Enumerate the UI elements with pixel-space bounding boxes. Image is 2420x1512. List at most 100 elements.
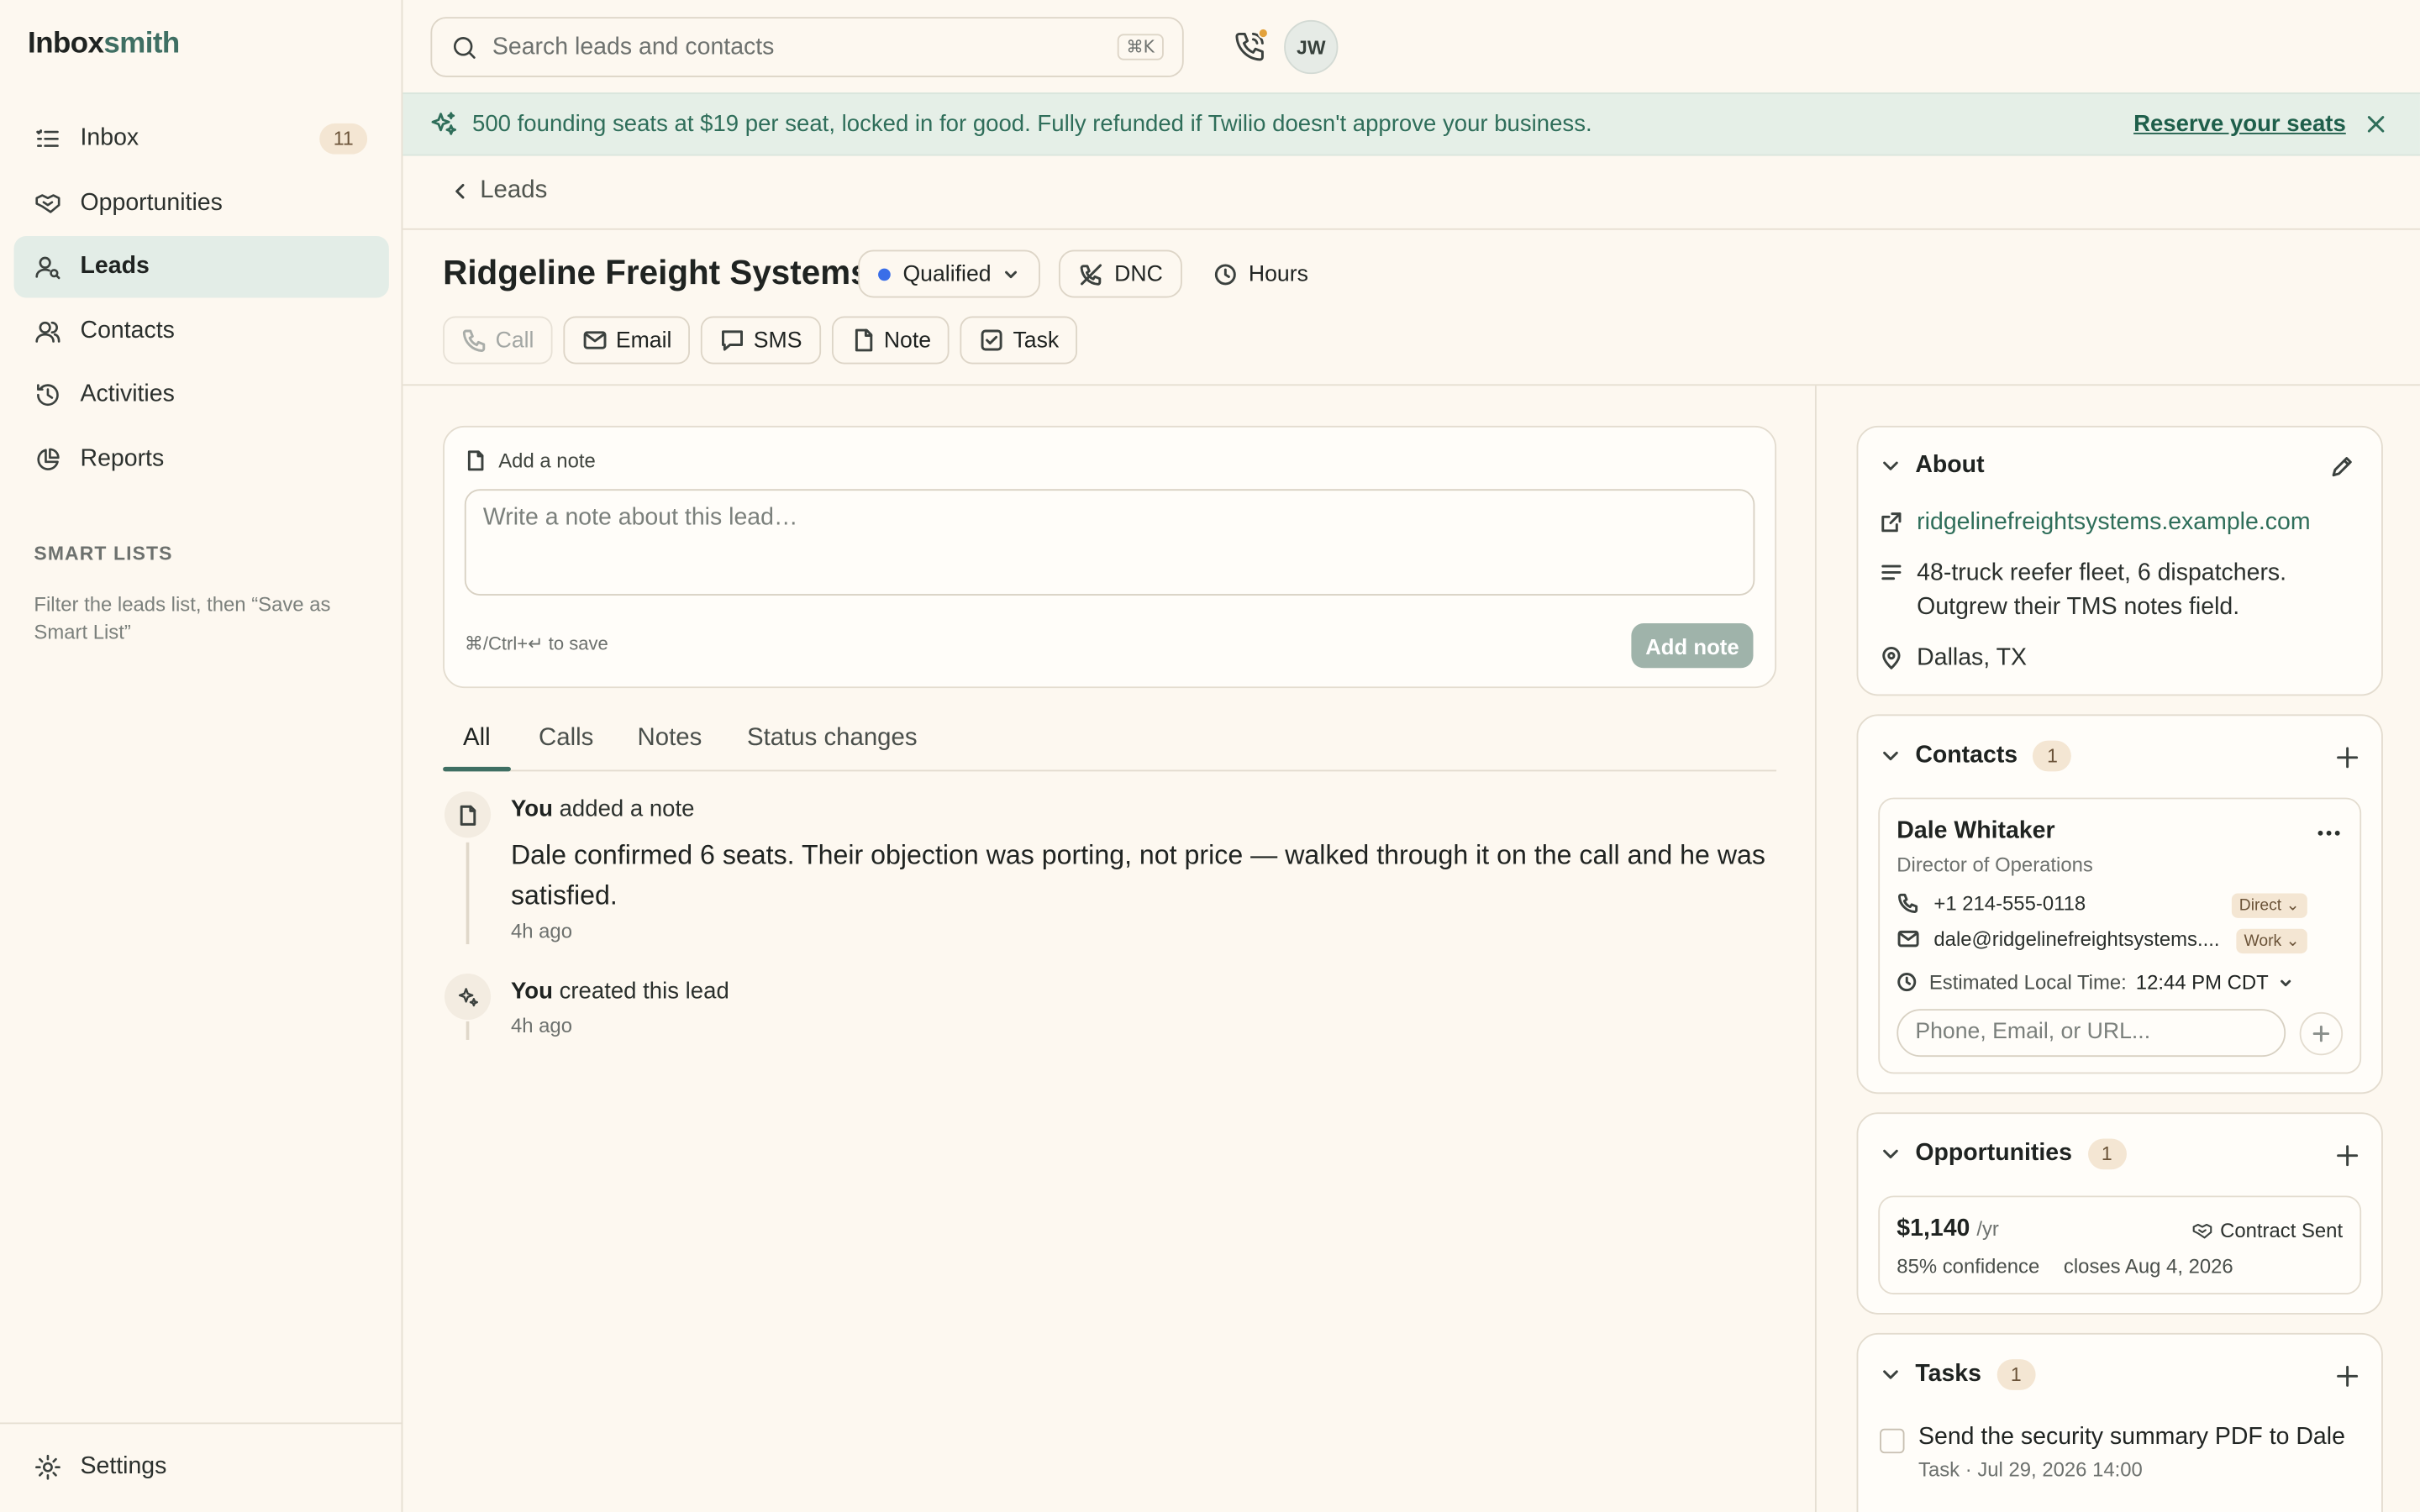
local-time-value: 12:44 PM CDT	[2135, 970, 2269, 994]
activity-tabs: All Calls Notes Status changes	[443, 710, 1777, 772]
task-title[interactable]: Send the security summary PDF to Dale	[1918, 1424, 2345, 1452]
note-button[interactable]: Note	[831, 316, 950, 365]
chevron-left-icon	[455, 183, 465, 199]
page-title: Ridgeline Freight Systems	[443, 253, 870, 292]
opportunity-card[interactable]: $1,140 /yr Contract Sent 85% confidence …	[1878, 1195, 2362, 1294]
call-button[interactable]: Call	[443, 316, 553, 365]
tasks-card-header[interactable]: Tasks 1	[1880, 1359, 2036, 1390]
timeline-timestamp: 4h ago	[510, 1013, 572, 1037]
contacts-card: Contacts 1 Dale Whitaker Director of Ope…	[1856, 714, 2383, 1095]
plus-icon[interactable]	[2335, 745, 2360, 769]
task-button[interactable]: Task	[960, 316, 1078, 365]
tasks-title: Tasks	[1915, 1360, 1981, 1388]
contact-method-input[interactable]: Phone, Email, or URL...	[1897, 1009, 2286, 1058]
note-label: Note	[883, 328, 932, 353]
sidebar-item-activities[interactable]: Activities	[14, 364, 389, 425]
banner-text: 500 founding seats at $19 per seat, lock…	[472, 111, 1592, 138]
local-time-label: Estimated Local Time:	[1928, 970, 2127, 994]
plus-icon[interactable]	[2335, 1364, 2360, 1389]
timeline-action: added a note	[559, 795, 695, 822]
tab-all[interactable]: All	[463, 725, 491, 753]
reserve-seats-link[interactable]: Reserve your seats	[2133, 111, 2346, 137]
close-icon[interactable]	[2365, 113, 2388, 136]
amount-value: $1,140	[1897, 1215, 1970, 1242]
tab-status-changes[interactable]: Status changes	[747, 725, 918, 753]
amount-period: /yr	[1976, 1217, 1999, 1241]
external-link-icon	[1881, 512, 1902, 533]
contact-local-time[interactable]: Estimated Local Time: 12:44 PM CDT	[1897, 970, 2293, 994]
hours-button[interactable]: Hours	[1192, 249, 1328, 298]
sidebar-item-inbox[interactable]: Inbox 11	[14, 108, 389, 170]
sms-button[interactable]: SMS	[701, 316, 821, 365]
contact-card[interactable]: Dale Whitaker Director of Operations +1 …	[1878, 797, 2362, 1074]
promo-banner: 500 founding seats at $19 per seat, lock…	[402, 92, 2420, 156]
timeline-actor: You	[510, 795, 553, 822]
website-link[interactable]: ridgelinefreightsystems.example.com	[1880, 506, 2311, 539]
sidebar-item-opportunities[interactable]: Opportunities	[14, 172, 389, 234]
tasks-card: Tasks 1 Send the security summary PDF to…	[1856, 1332, 2383, 1512]
phone-icon	[1897, 893, 1918, 913]
opportunities-card-header[interactable]: Opportunities 1	[1880, 1138, 2127, 1170]
dialer-button[interactable]	[1234, 28, 1269, 63]
timeline-note-marker	[444, 791, 492, 838]
add-contact-method-button[interactable]	[2299, 1011, 2344, 1056]
company-description: 48-truck reefer fleet, 6 dispatchers. Ou…	[1880, 557, 2286, 625]
phone-off-icon	[1080, 263, 1102, 285]
message-icon	[722, 330, 744, 351]
status-dot	[878, 267, 891, 281]
checkbox-icon	[981, 329, 1003, 351]
contact-email[interactable]: dale@ridgelinefreightsystems....	[1897, 927, 2220, 951]
inbox-count-badge: 11	[319, 123, 368, 155]
user-avatar[interactable]: JW	[1284, 19, 1339, 75]
timeline-connector	[466, 1021, 469, 1040]
plus-icon	[2312, 1025, 2330, 1042]
dnc-label: DNC	[1114, 261, 1163, 286]
description-line: 48-truck reefer fleet, 6 dispatchers.	[1917, 559, 2287, 586]
email-type-dropdown[interactable]: Work ⌄	[2236, 928, 2307, 954]
sidebar-item-contacts[interactable]: Contacts	[14, 300, 389, 361]
opportunities-title: Opportunities	[1915, 1140, 2072, 1167]
task-checkbox[interactable]	[1880, 1428, 1905, 1454]
text-lines-icon	[1881, 564, 1902, 580]
settings-link[interactable]: Settings	[34, 1453, 166, 1481]
tab-calls[interactable]: Calls	[539, 725, 593, 753]
sidebar-item-leads[interactable]: Leads	[13, 236, 389, 298]
phone-icon	[462, 329, 486, 352]
timeline-entry-header: You created this lead	[511, 978, 729, 1004]
chevron-down-icon	[2280, 979, 2291, 986]
brand-part-1: Inbox	[28, 28, 104, 60]
global-search[interactable]: Search leads and contacts ⌘K	[430, 17, 1184, 77]
search-input[interactable]: Search leads and contacts	[492, 33, 775, 60]
contact-email-value: dale@ridgelinefreightsystems....	[1933, 927, 2220, 951]
status-dropdown[interactable]: Qualified	[858, 249, 1041, 298]
chevron-down-icon	[1883, 1149, 1898, 1158]
contact-phone-value: +1 214-555-0118	[1933, 891, 2086, 916]
add-note-button[interactable]: Add note	[1631, 623, 1754, 669]
brand-logo[interactable]: Inboxsmith	[28, 28, 180, 61]
sidebar-item-reports[interactable]: Reports	[14, 428, 389, 490]
plus-icon[interactable]	[2335, 1143, 2360, 1168]
phone-type-dropdown[interactable]: Direct ⌄	[2231, 893, 2307, 918]
contacts-card-header[interactable]: Contacts 1	[1880, 740, 2072, 772]
user-search-icon	[35, 256, 60, 280]
note-icon	[467, 450, 484, 471]
inbox-list-icon	[36, 129, 59, 147]
tab-notes[interactable]: Notes	[638, 725, 702, 753]
contact-phone[interactable]: +1 214-555-0118	[1897, 891, 2086, 916]
search-icon	[453, 36, 476, 58]
email-button[interactable]: Email	[563, 316, 691, 365]
dnc-toggle[interactable]: DNC	[1058, 249, 1183, 298]
website-text: ridgelinefreightsystems.example.com	[1917, 509, 2311, 536]
active-tab-indicator	[443, 766, 511, 772]
users-icon	[35, 320, 60, 342]
back-to-leads-link[interactable]: Leads	[449, 177, 547, 205]
breadcrumb-label: Leads	[480, 177, 548, 204]
about-title: About	[1915, 452, 1985, 479]
pencil-icon[interactable]	[2329, 455, 2354, 480]
more-icon[interactable]	[2317, 828, 2341, 837]
sms-label: SMS	[753, 328, 802, 353]
about-card-header[interactable]: About	[1880, 452, 1985, 480]
timeline-entry-header: You added a note	[511, 796, 695, 822]
stage-label: Contract Sent	[2220, 1218, 2344, 1242]
note-textarea[interactable]: Write a note about this lead…	[464, 489, 1755, 596]
